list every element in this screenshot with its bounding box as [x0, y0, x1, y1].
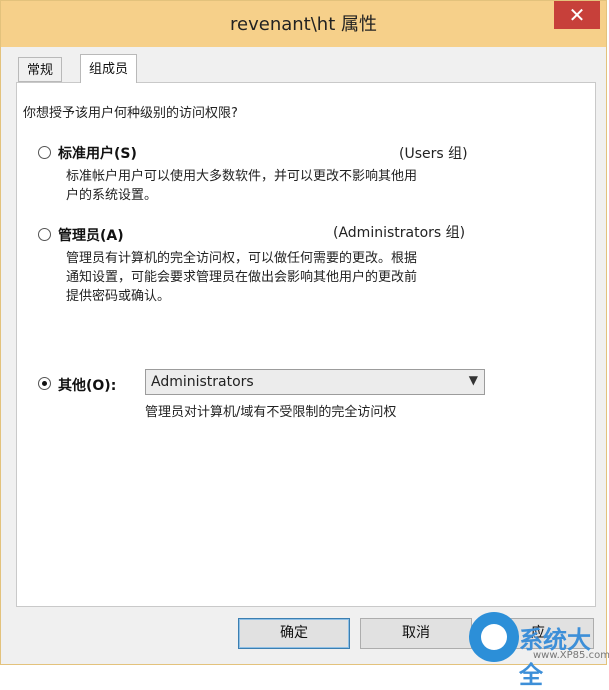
other-description: 管理员对计算机/域有不受限制的完全访问权 — [145, 405, 397, 420]
site-watermark: 系统大全 www.XP85.com — [469, 612, 609, 689]
standard-user-label[interactable]: 标准用户(S) — [58, 143, 137, 163]
users-group-label: (Users 组) — [399, 146, 468, 162]
close-button[interactable]: ✕ — [554, 1, 600, 29]
group-select-value: Administrators — [151, 374, 254, 390]
watermark-logo-icon — [469, 612, 519, 662]
other-radio[interactable] — [38, 377, 51, 390]
ok-button[interactable]: 确定 — [238, 618, 350, 649]
administrator-label[interactable]: 管理员(A) — [58, 225, 124, 245]
administrator-description: 管理员有计算机的完全访问权，可以做任何需要的更改。根据 通知设置，可能会要求管理… — [66, 251, 418, 304]
watermark-url: www.XP85.com — [533, 650, 609, 661]
tab-general[interactable]: 常规 — [18, 57, 63, 82]
title-bar[interactable]: revenant\ht 属性 ✕ — [1, 1, 606, 47]
other-label[interactable]: 其他(O): — [58, 375, 116, 395]
window-title: revenant\ht 属性 — [230, 14, 377, 35]
chevron-down-icon: ▼ — [468, 373, 478, 387]
standard-user-radio[interactable] — [38, 146, 51, 159]
properties-dialog: revenant\ht 属性 ✕ 常规 组成员 你想授予该用户何种级别的访问权限… — [0, 0, 607, 665]
administrator-radio[interactable] — [38, 228, 51, 241]
access-level-question: 你想授予该用户何种级别的访问权限? — [23, 106, 238, 121]
group-select[interactable]: Administrators ▼ — [145, 369, 485, 395]
tab-group-membership[interactable]: 组成员 — [80, 54, 138, 83]
administrators-group-label: (Administrators 组) — [333, 225, 466, 241]
cancel-button[interactable]: 取消 — [360, 618, 472, 649]
standard-user-description: 标准帐户用户可以使用大多数软件，并可以更改不影响其他用 户的系统设置。 — [66, 169, 418, 203]
